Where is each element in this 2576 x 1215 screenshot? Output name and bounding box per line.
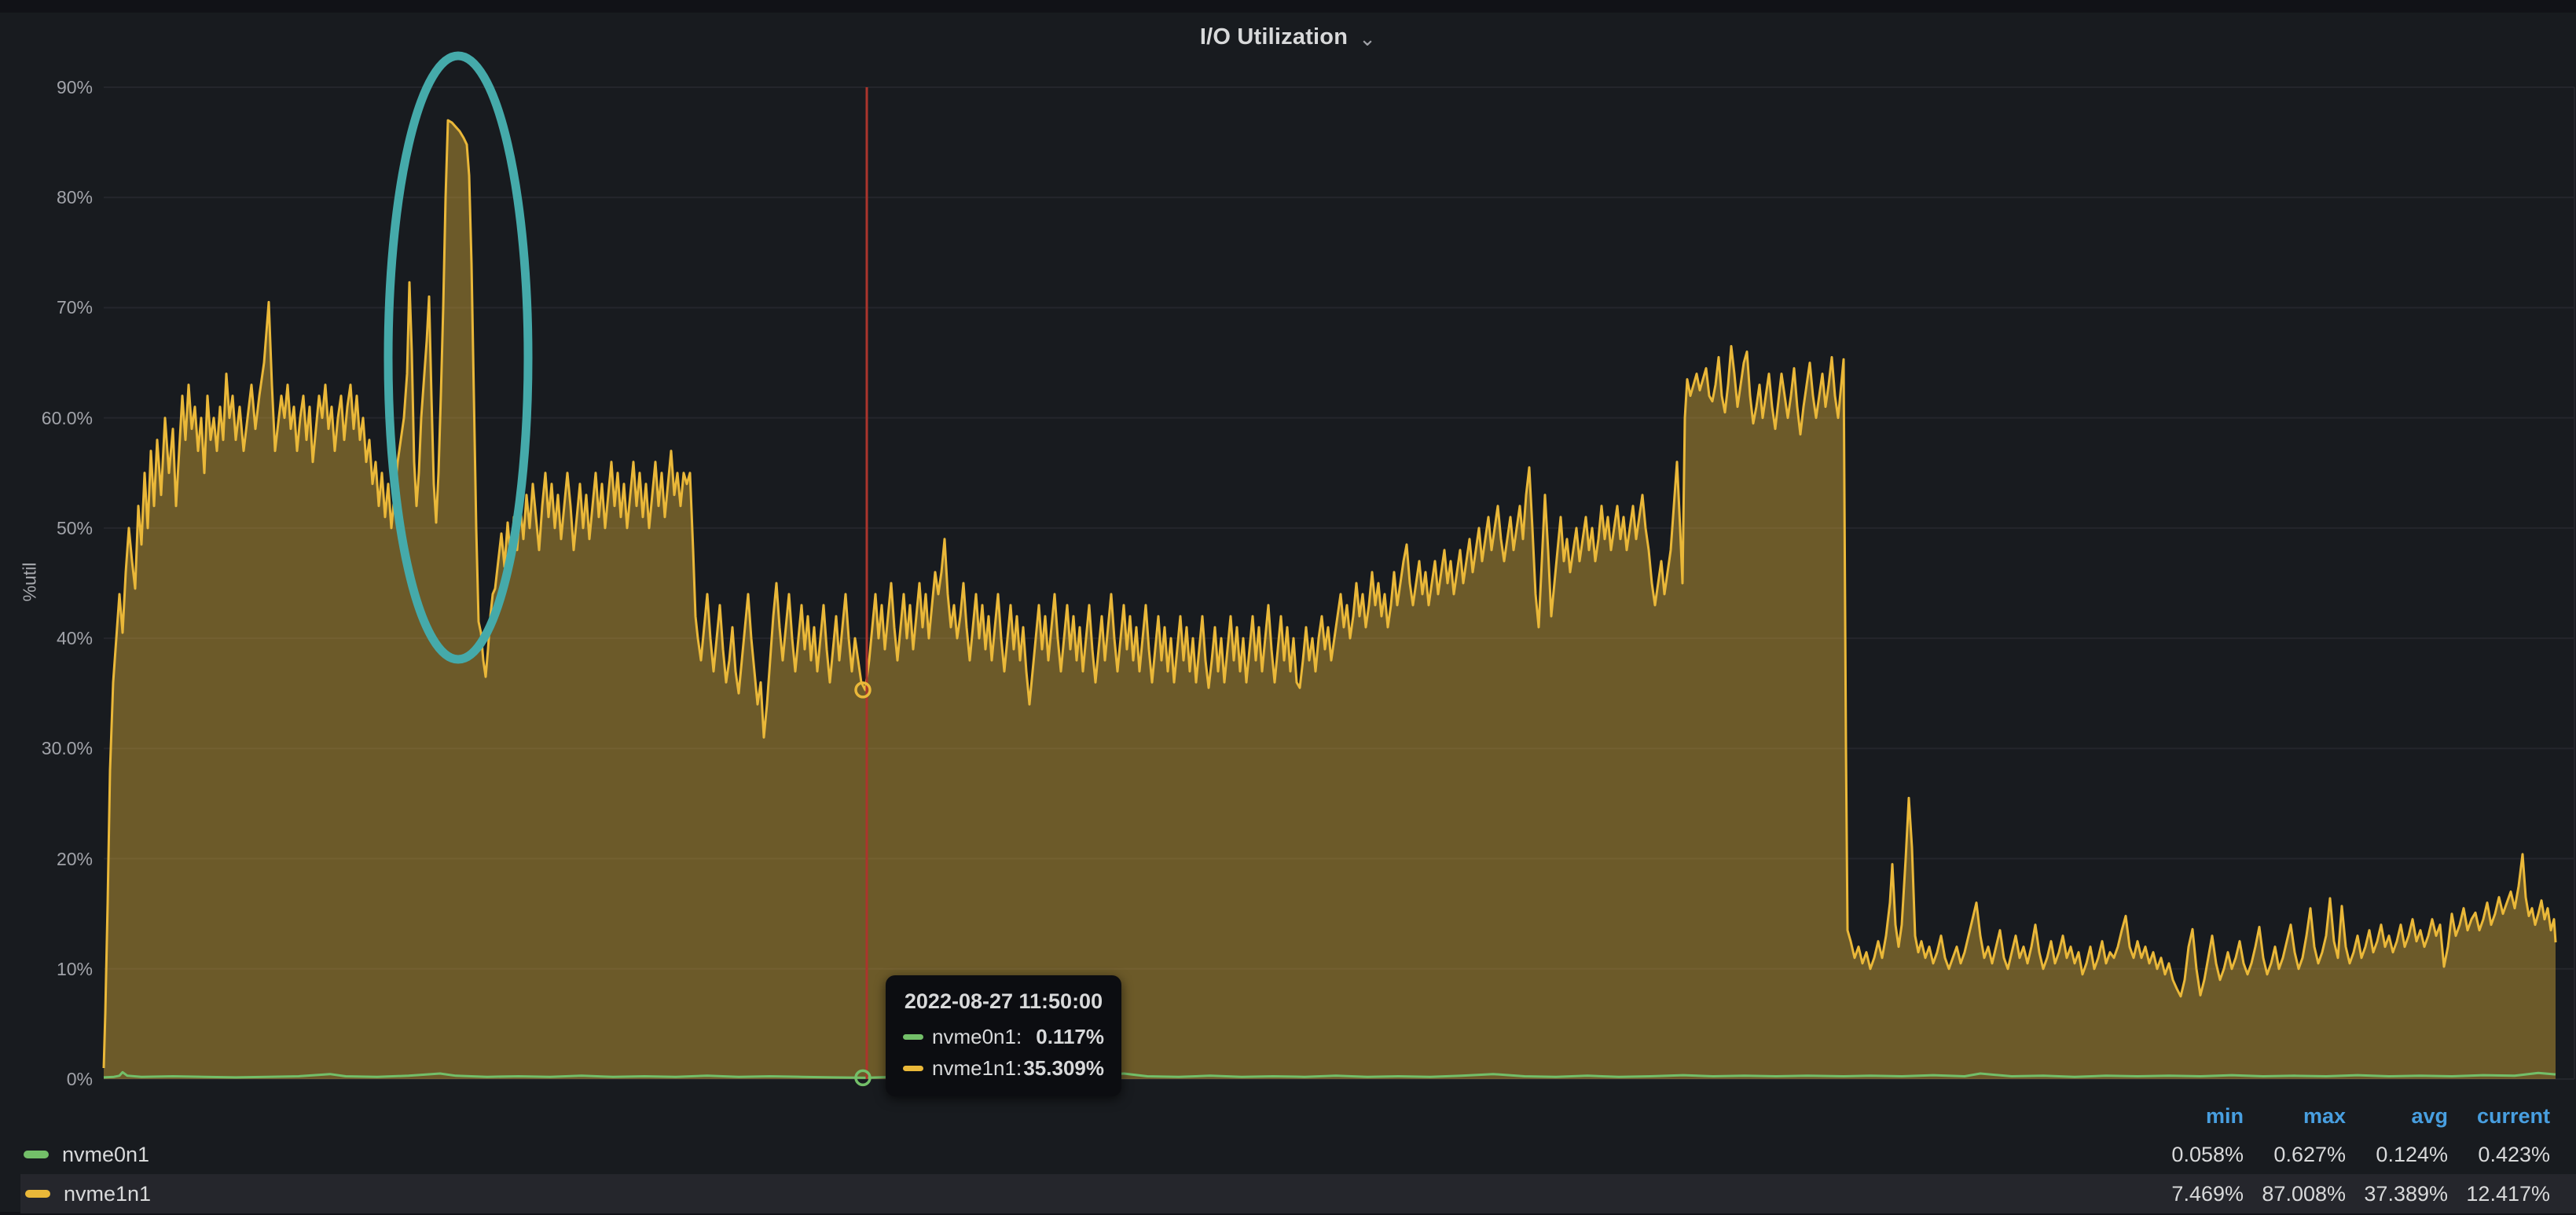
y-tick-label: 70% bbox=[0, 296, 93, 318]
tooltip-series-value: 35.309% bbox=[1023, 1056, 1104, 1081]
legend-max-value: 87.008% bbox=[2244, 1182, 2346, 1206]
legend-min-value: 0.058% bbox=[2141, 1143, 2244, 1167]
legend-row-nvme1n1[interactable]: nvme1n1 7.469% 87.008% 37.389% 12.417% bbox=[20, 1174, 2576, 1213]
y-tick-label: 50% bbox=[0, 517, 93, 539]
legend-sort-min[interactable]: min bbox=[2141, 1104, 2244, 1129]
series-swatch-yellow bbox=[903, 1066, 923, 1071]
y-tick-label: 10% bbox=[0, 958, 93, 980]
legend-sort-max[interactable]: max bbox=[2244, 1104, 2346, 1129]
legend-table: min max avg current nvme0n1 0.058% 0.627… bbox=[0, 1097, 2576, 1215]
y-axis-label: %util bbox=[20, 535, 41, 630]
y-tick-label: 30.0% bbox=[0, 737, 93, 759]
tooltip-series-name: nvme1n1: bbox=[932, 1056, 1022, 1081]
legend-current-value: 0.423% bbox=[2448, 1143, 2550, 1167]
legend-avg-value: 0.124% bbox=[2346, 1143, 2448, 1167]
hover-tooltip: 2022-08-27 11:50:00 nvme0n1: 0.117% nvme… bbox=[886, 975, 1121, 1096]
panel-title: I/O Utilization bbox=[1200, 24, 1348, 50]
legend-series-name: nvme1n1 bbox=[64, 1182, 151, 1206]
panel-title-bar[interactable]: I/O Utilization ⌄ bbox=[0, 13, 2576, 61]
legend-series-name: nvme0n1 bbox=[62, 1143, 149, 1167]
y-tick-label: 60.0% bbox=[0, 407, 93, 429]
legend-sort-avg[interactable]: avg bbox=[2346, 1104, 2448, 1129]
y-tick-label: 80% bbox=[0, 186, 93, 208]
tooltip-row-nvme0n1: nvme0n1: 0.117% bbox=[903, 1025, 1104, 1049]
series-swatch-green bbox=[903, 1034, 923, 1040]
y-tick-label: 20% bbox=[0, 848, 93, 870]
legend-sort-current[interactable]: current bbox=[2448, 1104, 2550, 1129]
chevron-down-icon[interactable]: ⌄ bbox=[1359, 27, 1376, 51]
tooltip-timestamp: 2022-08-27 11:50:00 bbox=[903, 989, 1104, 1014]
tooltip-series-value: 0.117% bbox=[1036, 1025, 1104, 1049]
legend-header-row: min max avg current bbox=[0, 1097, 2576, 1135]
legend-max-value: 0.627% bbox=[2244, 1143, 2346, 1167]
tooltip-row-nvme1n1: nvme1n1: 35.309% bbox=[903, 1056, 1104, 1081]
series-swatch-green bbox=[24, 1151, 49, 1158]
y-tick-label: 90% bbox=[0, 76, 93, 98]
y-tick-label: 0% bbox=[0, 1068, 93, 1090]
y-tick-label: 40% bbox=[0, 627, 93, 649]
tooltip-series-name: nvme0n1: bbox=[932, 1025, 1022, 1049]
legend-min-value: 7.469% bbox=[2141, 1182, 2244, 1206]
legend-row-nvme0n1[interactable]: nvme0n1 0.058% 0.627% 0.124% 0.423% bbox=[0, 1135, 2576, 1174]
series-swatch-yellow bbox=[25, 1190, 50, 1198]
timeseries-plot[interactable] bbox=[0, 0, 2576, 1212]
legend-current-value: 12.417% bbox=[2448, 1182, 2550, 1206]
legend-avg-value: 37.389% bbox=[2346, 1182, 2448, 1206]
